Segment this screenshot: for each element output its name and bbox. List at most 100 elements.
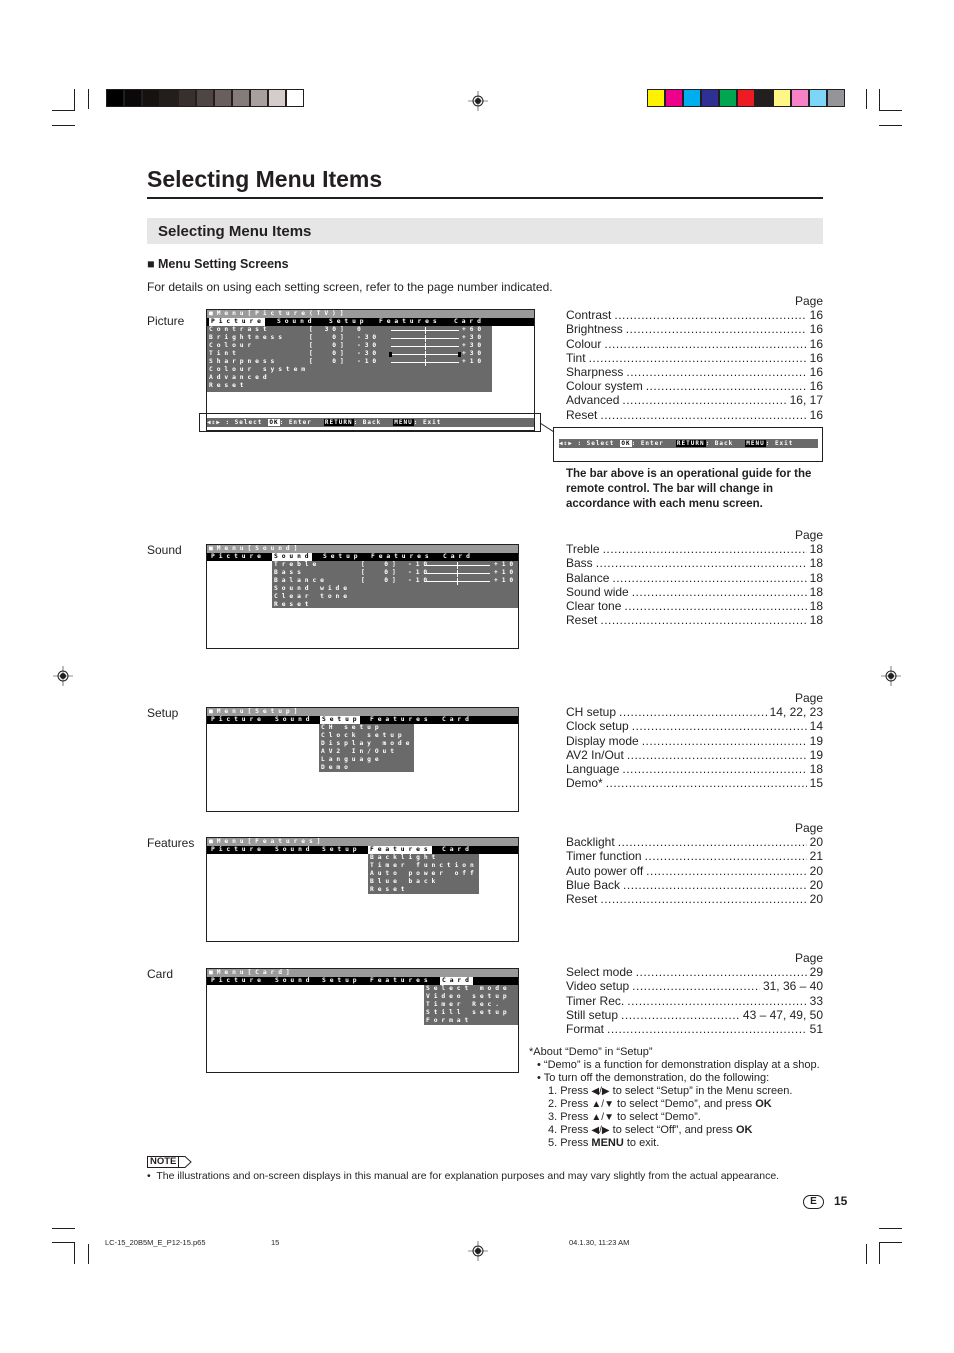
dot-leader — [627, 994, 806, 1008]
tab-card: Card — [442, 716, 473, 723]
menu-item-value: 0 — [384, 569, 392, 576]
page-reference-row: Brightness 16 — [566, 322, 823, 336]
dot-leader — [645, 849, 807, 863]
menu-item-name: AV2 In/Out — [321, 748, 398, 755]
menu-item: Bass[0] -10 +10 — [272, 569, 518, 577]
setting-name: Colour — [566, 336, 602, 351]
page-ref: 18 — [809, 762, 823, 777]
setting-name: Contrast — [566, 308, 612, 323]
setting-name: Select mode — [566, 965, 633, 980]
menu-item: Select mode — [424, 985, 518, 993]
dot-leader — [632, 719, 807, 733]
page-reference-row: Reset 18 — [566, 613, 823, 627]
dot-leader — [612, 571, 806, 585]
dot-leader — [624, 599, 806, 613]
guide-exit: : Exit — [765, 440, 794, 447]
step-key: ▲/▼ — [591, 1112, 614, 1123]
menu-item: Treble[0] -10 +10 — [272, 561, 518, 569]
page-reference-row: Balance 18 — [566, 571, 823, 585]
menu-tabs: Picture Sound Setup Features Card — [207, 977, 518, 985]
slider-center-mark — [425, 351, 426, 358]
setting-name: Timer function — [566, 849, 642, 864]
page-ref: 16 — [809, 308, 823, 323]
page-reference-row: Demo* 15 — [566, 776, 823, 790]
step-text: to select “Off”, and press — [609, 1124, 736, 1136]
page-column-header: Page — [794, 528, 823, 542]
setting-name: AV2 In/Out — [566, 747, 624, 762]
page-reference-row: Tint 16 — [566, 351, 823, 365]
menu-screen-card: ■Menu[Card] Picture Sound Setup Features Card… — [206, 968, 519, 1073]
menu-item: Language — [319, 756, 414, 764]
menu-content: CH setup Clock setup Display mode AV2 In/Ou… — [319, 724, 414, 772]
menu-title-bar: ■Menu[Features] — [207, 838, 518, 846]
step-text: to select “Demo”, and press — [613, 1098, 756, 1110]
color-swatch — [214, 89, 232, 107]
page-number: 15 — [834, 1194, 848, 1208]
dot-leader — [622, 762, 806, 776]
screen-label-picture: Picture — [147, 314, 185, 328]
tab-picture: Picture — [211, 846, 265, 853]
bracket-open: [ — [361, 569, 369, 576]
intro-text: For details on using each setting screen… — [147, 280, 553, 294]
demo-bullet-1: “Demo” is a function for demonstration d… — [543, 1059, 820, 1071]
tab-features: Features — [371, 553, 433, 560]
slider-min: -30 — [357, 350, 381, 357]
dot-leader — [626, 365, 806, 379]
demo-step: 3. Press ▲/▼ to select “Demo”. — [548, 1111, 829, 1124]
page-reference-row: Format 51 — [566, 1022, 823, 1036]
dot-leader — [623, 878, 807, 892]
page-reference-row: Timer Rec. 33 — [566, 994, 823, 1008]
color-swatch — [737, 89, 755, 107]
menu-item-name: Reset — [274, 601, 313, 608]
menu-item: Reset — [368, 886, 479, 894]
note-label: NOTE — [147, 1156, 180, 1168]
slider-track — [391, 359, 459, 366]
menu-item-name: Auto power off — [370, 870, 478, 877]
slider-center-mark — [457, 562, 458, 569]
menu-title: ■Menu[Setup] — [209, 708, 302, 715]
slider-end-mark — [458, 352, 461, 357]
menu-item-name: Display mode — [321, 740, 414, 747]
page-reference-list: PageTreble18Bass18Balance18Sound wide18C… — [566, 528, 823, 627]
page-ref: 16 — [809, 350, 823, 365]
color-swatch — [827, 89, 845, 107]
demo-step: 1. Press ◀/▶ to select “Setup” in the Me… — [548, 1085, 829, 1098]
tab-features: Features — [370, 977, 432, 984]
dot-leader — [626, 322, 807, 336]
guide-return-key: RETURN — [675, 440, 706, 447]
screen-label-card: Card — [147, 967, 174, 981]
page-ref: 21 — [809, 849, 823, 864]
color-swatch — [701, 89, 719, 107]
dot-leader — [646, 864, 806, 878]
screen-label-setup: Setup — [147, 706, 179, 720]
menu-item-value: 0 — [332, 358, 340, 365]
dot-leader — [614, 308, 806, 322]
menu-item: Demo — [319, 764, 414, 772]
slider-min: -30 — [357, 342, 381, 349]
page-reference-row: Backlight 20 — [566, 835, 823, 849]
menu-item: Auto power off — [368, 870, 479, 878]
page-reference-row: AV2 In/Out 19 — [566, 748, 823, 762]
step-key-bold: OK — [755, 1098, 772, 1110]
menu-item-name: Tint — [209, 350, 240, 357]
setting-name: Bass — [566, 556, 593, 571]
slider-max: +30 — [462, 350, 486, 357]
page-reference-row: Contrast 16 — [566, 308, 823, 322]
menu-item-name: Reset — [209, 382, 248, 389]
tab-sound: Sound — [275, 977, 314, 984]
page-reference-row: Reset 16 — [566, 408, 823, 422]
setting-name: Demo* — [566, 776, 603, 791]
page-ref: 20 — [809, 863, 823, 878]
tab-setup: Setup — [323, 553, 362, 560]
bracket-close: ] — [340, 334, 348, 341]
slider-track — [424, 578, 490, 585]
guide-enter: : Enter — [631, 440, 664, 447]
slider-max: +30 — [462, 342, 486, 349]
tab-card: Card — [442, 846, 473, 853]
slider-min: 0 — [357, 326, 365, 333]
bracket-open: [ — [361, 561, 369, 568]
page-ref: 16 — [809, 365, 823, 380]
note-body: The illustrations and on-screen displays… — [156, 1170, 780, 1182]
menu-content: Backlight Timer function Auto power off Blu… — [368, 854, 479, 894]
setting-name: Timer Rec. — [566, 993, 625, 1008]
